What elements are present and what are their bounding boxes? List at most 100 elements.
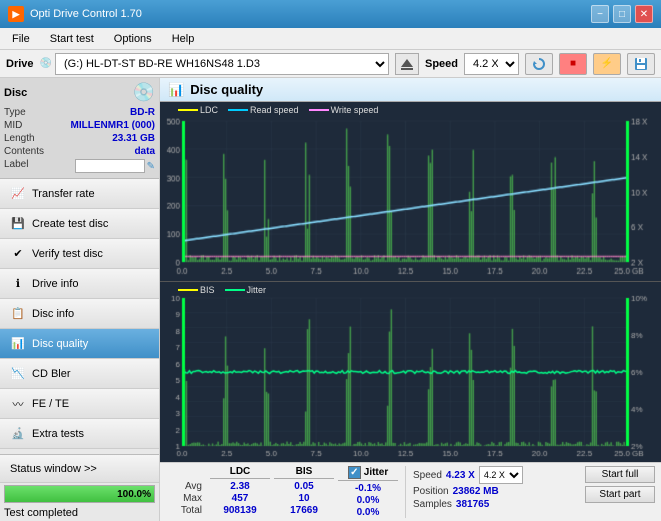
- disc-mid-row: MID MILLENMR1 (000): [4, 119, 155, 132]
- content-header: 📊 Disc quality: [160, 78, 661, 102]
- titlebar: ▶ Opti Drive Control 1.70 − □ ✕: [0, 0, 661, 28]
- test-completed-label: Test completed: [0, 505, 159, 521]
- stats-labels: Avg Max Total: [166, 466, 206, 516]
- sidebar-item-label: Create test disc: [32, 218, 108, 230]
- drive-label: Drive: [6, 58, 34, 70]
- label-input[interactable]: [75, 159, 145, 173]
- sidebar-item-disc-quality[interactable]: 📊 Disc quality: [0, 329, 159, 359]
- ldc-total: 908139: [210, 505, 270, 516]
- ldc-max: 457: [210, 493, 270, 504]
- titlebar-buttons: − □ ✕: [591, 5, 653, 23]
- sidebar-item-label: Verify test disc: [32, 248, 103, 260]
- max-label: Max: [166, 493, 206, 504]
- label-edit-icon[interactable]: ✎: [147, 161, 155, 172]
- transfer-rate-icon: 📈: [10, 186, 26, 202]
- button-red[interactable]: ■: [559, 53, 587, 75]
- stats-bis-col: BIS 0.05 10 17669: [274, 466, 334, 516]
- disc-contents-row: Contents data: [4, 145, 155, 158]
- ldc-legend-writespeed: Write speed: [309, 105, 379, 115]
- cd-bler-icon: 📉: [10, 366, 26, 382]
- disc-quality-icon: 📊: [10, 336, 26, 352]
- menu-options[interactable]: Options: [106, 31, 160, 47]
- eject-icon: [400, 57, 414, 71]
- jitter-total: 0.0%: [338, 507, 398, 518]
- menu-help[interactable]: Help: [164, 31, 203, 47]
- bis-chart: BIS Jitter: [160, 282, 661, 462]
- minimize-button[interactable]: −: [591, 5, 609, 23]
- sidebar-item-cd-bler[interactable]: 📉 CD Bler: [0, 359, 159, 389]
- sidebar-item-disc-info[interactable]: 📋 Disc info: [0, 299, 159, 329]
- charts-area: LDC Read speed Write speed BIS Jitter: [160, 102, 661, 462]
- content-area: 📊 Disc quality LDC Read speed Write spee…: [160, 78, 661, 521]
- jitter-checkbox[interactable]: ✓: [348, 466, 361, 479]
- stats-divider: [405, 466, 406, 518]
- disc-info-section: Disc 💿 Type BD-R MID MILLENMR1 (000) Len…: [0, 78, 159, 179]
- ldc-canvas: [160, 102, 661, 281]
- verify-disc-icon: ✔: [10, 246, 26, 262]
- jitter-header: Jitter: [364, 467, 388, 478]
- ldc-chart: LDC Read speed Write speed: [160, 102, 661, 282]
- stats-ldc-col: LDC 2.38 457 908139: [210, 466, 270, 516]
- status-window-button[interactable]: Status window >>: [0, 455, 159, 483]
- disc-label-row: Label ✎: [4, 158, 155, 174]
- disc-label-edit: ✎: [75, 159, 155, 173]
- disc-length-row: Length 23.31 GB: [4, 132, 155, 145]
- close-button[interactable]: ✕: [635, 5, 653, 23]
- refresh-icon: [532, 57, 546, 71]
- menu-start-test[interactable]: Start test: [42, 31, 102, 47]
- menubar: File Start test Options Help: [0, 28, 661, 50]
- disc-info-header: Disc 💿: [4, 82, 155, 103]
- progress-pct: 100.0%: [117, 489, 151, 500]
- sidebar-item-fe-te[interactable]: 〰 FE / TE: [0, 389, 159, 419]
- extra-tests-icon: 🔬: [10, 426, 26, 442]
- fe-te-icon: 〰: [10, 396, 26, 412]
- menu-file[interactable]: File: [4, 31, 38, 47]
- bis-total: 17669: [274, 505, 334, 516]
- jitter-max: 0.0%: [338, 495, 398, 506]
- sidebar-item-label: Transfer rate: [32, 188, 95, 200]
- speed-row: Speed 4.23 X 4.2 X8 X: [413, 466, 523, 484]
- save-button[interactable]: [627, 53, 655, 75]
- speed-select[interactable]: 4.2 X8 X12 X: [464, 53, 519, 75]
- sidebar-item-verify-test-disc[interactable]: ✔ Verify test disc: [0, 239, 159, 269]
- speed-label: Speed: [425, 58, 458, 70]
- app-icon: ▶: [8, 6, 24, 22]
- refresh-button[interactable]: [525, 53, 553, 75]
- sidebar-item-transfer-rate[interactable]: 📈 Transfer rate: [0, 179, 159, 209]
- sidebar-item-extra-tests[interactable]: 🔬 Extra tests: [0, 419, 159, 449]
- start-buttons: Start full Start part: [585, 466, 655, 503]
- main-layout: Disc 💿 Type BD-R MID MILLENMR1 (000) Len…: [0, 78, 661, 521]
- titlebar-left: ▶ Opti Drive Control 1.70: [8, 6, 142, 22]
- create-disc-icon: 💾: [10, 216, 26, 232]
- status-window-label: Status window >>: [10, 463, 97, 475]
- position-value: 23862 MB: [453, 486, 499, 497]
- maximize-button[interactable]: □: [613, 5, 631, 23]
- ldc-avg: 2.38: [210, 481, 270, 492]
- bis-avg: 0.05: [274, 481, 334, 492]
- bis-canvas: [160, 282, 661, 462]
- drive-select[interactable]: (G:) HL-DT-ST BD-RE WH16NS48 1.D3: [55, 53, 389, 75]
- drivebar: Drive 💿 (G:) HL-DT-ST BD-RE WH16NS48 1.D…: [0, 50, 661, 78]
- sidebar-bottom: Status window >> 100.0% Test completed: [0, 454, 159, 521]
- start-part-button[interactable]: Start part: [585, 486, 655, 503]
- drive-info-icon: ℹ: [10, 276, 26, 292]
- sidebar-item-label: Disc quality: [32, 338, 88, 350]
- progress-bar: 100.0%: [4, 485, 155, 503]
- speed-info-label: Speed: [413, 470, 442, 481]
- eject-button[interactable]: [395, 53, 419, 75]
- button-orange[interactable]: ⚡: [593, 53, 621, 75]
- ldc-legend-readspeed: Read speed: [228, 105, 299, 115]
- bis-header: BIS: [274, 466, 334, 479]
- speed-info-value: 4.23 X: [446, 470, 475, 481]
- sidebar-item-drive-info[interactable]: ℹ Drive info: [0, 269, 159, 299]
- ldc-legend-ldc: LDC: [178, 105, 218, 115]
- disc-section-title: Disc: [4, 87, 27, 99]
- samples-label: Samples: [413, 499, 452, 510]
- speed-x-select[interactable]: 4.2 X8 X: [479, 466, 523, 484]
- jitter-header-row: ✓ Jitter: [338, 466, 398, 481]
- bis-max: 10: [274, 493, 334, 504]
- sidebar-item-label: CD Bler: [32, 368, 71, 380]
- start-full-button[interactable]: Start full: [585, 466, 655, 483]
- sidebar-nav: 📈 Transfer rate 💾 Create test disc ✔ Ver…: [0, 179, 159, 454]
- sidebar-item-create-test-disc[interactable]: 💾 Create test disc: [0, 209, 159, 239]
